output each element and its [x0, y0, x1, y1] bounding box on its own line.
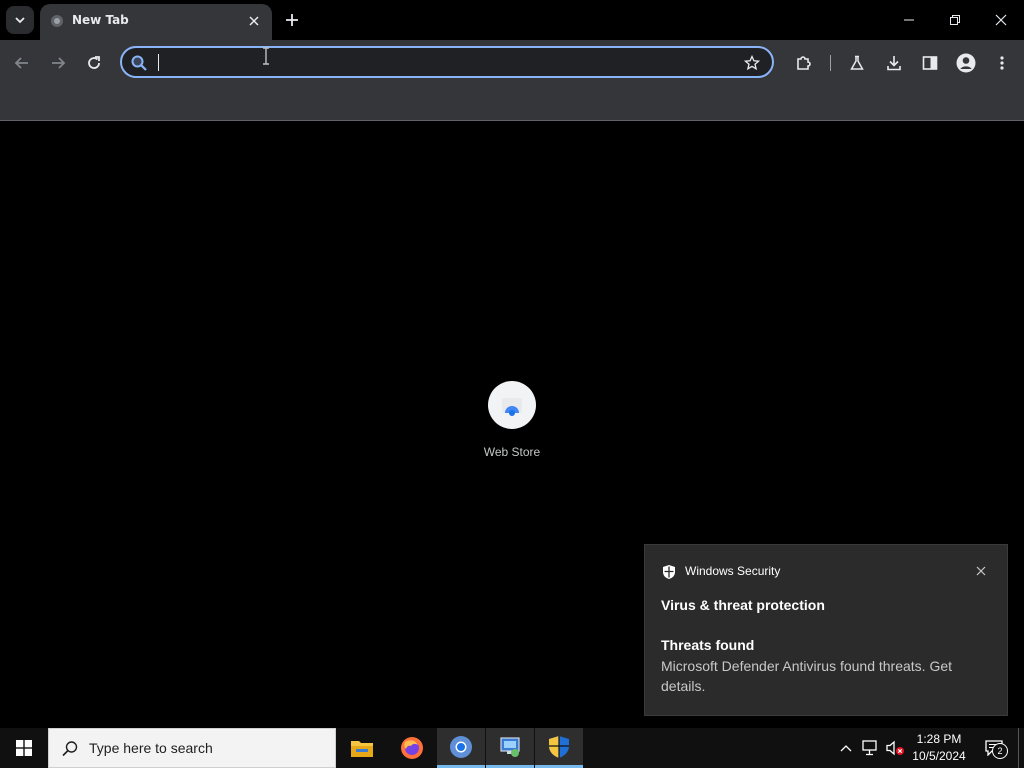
tab-search-button[interactable] [6, 6, 34, 34]
arrow-right-icon [52, 57, 66, 69]
plus-icon [286, 14, 298, 26]
firefox-icon [401, 737, 423, 759]
tab-title: New Tab [72, 13, 129, 27]
forward-button[interactable] [44, 49, 72, 77]
close-icon [995, 14, 1007, 26]
bookmark-star-button[interactable] [742, 53, 762, 73]
restore-button[interactable] [932, 0, 978, 40]
shortcut-label: Web Store [483, 445, 541, 459]
toast-close-button[interactable] [973, 563, 989, 579]
close-icon [976, 566, 986, 576]
search-icon [62, 741, 78, 757]
taskbar-firefox[interactable] [388, 728, 436, 768]
taskbar-clock[interactable]: 1:28 PM 10/5/2024 [904, 731, 974, 765]
start-button[interactable] [0, 728, 48, 768]
windows-security-icon [549, 735, 569, 758]
globe-icon [51, 15, 63, 27]
back-button[interactable] [8, 49, 36, 77]
taskbar-control-panel[interactable] [486, 728, 534, 768]
taskbar-file-explorer[interactable] [338, 728, 386, 768]
reload-icon [88, 56, 100, 69]
restore-icon [950, 15, 960, 25]
menu-button[interactable] [988, 49, 1016, 77]
address-bar[interactable] [120, 46, 774, 78]
chrome-icon [450, 735, 472, 758]
close-window-button[interactable] [978, 0, 1024, 40]
toolbar-divider [830, 55, 831, 71]
downloads-button[interactable] [880, 49, 908, 77]
puzzle-icon [797, 56, 811, 70]
volume-muted-icon [886, 740, 904, 756]
windows-security-notification[interactable]: Windows Security Virus & threat protecti… [644, 544, 1008, 716]
show-desktop-button[interactable] [1018, 728, 1024, 768]
bookmarks-bar [0, 86, 1024, 121]
address-input[interactable] [156, 50, 740, 76]
labs-button[interactable] [843, 49, 871, 77]
side-panel-icon [922, 56, 938, 70]
browser-titlebar: New Tab [0, 0, 1024, 40]
minimize-icon [904, 19, 914, 21]
download-icon [887, 56, 901, 71]
shortcut-web-store[interactable]: Web Store [472, 381, 552, 459]
clock-date: 10/5/2024 [912, 749, 966, 763]
shortcut-tile [488, 381, 536, 429]
chevron-up-icon [840, 745, 852, 752]
toast-app-name: Windows Security [685, 564, 781, 578]
notification-icon-wrap: 2 [985, 740, 1008, 759]
web-store-icon [502, 398, 522, 416]
avatar-icon [956, 53, 976, 73]
arrow-left-icon [14, 57, 28, 69]
toast-heading: Virus & threat protection [661, 597, 825, 613]
network-tray-button[interactable] [860, 728, 882, 768]
star-icon [744, 55, 760, 71]
taskbar-chrome[interactable] [437, 728, 485, 768]
flask-icon [850, 55, 864, 70]
shield-icon [663, 565, 675, 579]
volume-tray-button[interactable] [884, 728, 906, 768]
side-panel-button[interactable] [916, 49, 944, 77]
text-caret [158, 54, 159, 71]
taskbar-windows-security[interactable] [535, 728, 583, 768]
minimize-button[interactable] [886, 0, 932, 40]
taskbar: Type here to search 1:28 PM 10/5/2024 2 [0, 728, 1024, 768]
chevron-down-icon [15, 17, 25, 24]
tab-close-button[interactable] [244, 11, 264, 31]
clock-time: 1:28 PM [916, 732, 962, 746]
file-explorer-icon [351, 741, 373, 757]
taskbar-search-box[interactable]: Type here to search [48, 728, 336, 768]
more-vertical-icon [1000, 56, 1004, 70]
taskbar-search-placeholder: Type here to search [89, 740, 213, 756]
action-center-button[interactable]: 2 [980, 728, 1008, 768]
new-tab-button[interactable] [280, 8, 304, 32]
show-hidden-icons-button[interactable] [836, 728, 856, 768]
text-cursor-icon [263, 47, 269, 65]
toast-title: Threats found [661, 637, 755, 653]
close-icon [249, 16, 259, 26]
tab-new-tab[interactable]: New Tab [40, 4, 272, 40]
windows-logo-icon [16, 740, 32, 756]
toast-body: Microsoft Defender Antivirus found threa… [661, 658, 953, 694]
reload-button[interactable] [80, 49, 108, 77]
notification-count-badge: 2 [992, 743, 1008, 759]
control-panel-icon [500, 736, 520, 757]
window-controls [886, 0, 1024, 40]
search-icon [131, 55, 147, 71]
extensions-button[interactable] [790, 49, 818, 77]
browser-toolbar [0, 40, 1024, 86]
network-icon [862, 740, 877, 756]
profile-button[interactable] [952, 49, 980, 77]
